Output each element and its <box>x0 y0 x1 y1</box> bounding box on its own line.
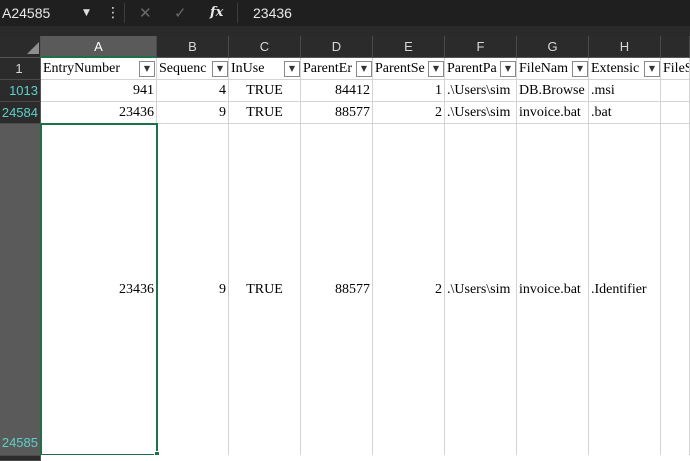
divider <box>124 3 125 23</box>
column-header-f[interactable]: F <box>445 36 517 58</box>
table-cell[interactable]: invoice.bat <box>517 102 589 124</box>
formula-input[interactable]: 23436 <box>253 0 292 26</box>
table-cell[interactable]: .\Users\sim <box>445 124 517 456</box>
table-cell[interactable]: 4 <box>157 80 229 102</box>
table-cell[interactable]: TRUE <box>229 102 301 124</box>
column-header-b[interactable]: B <box>157 36 229 58</box>
table-cell[interactable] <box>661 102 690 124</box>
table-cell[interactable]: .bat <box>589 102 661 124</box>
table-cell[interactable]: 9 <box>157 124 229 456</box>
enter-check-icon[interactable]: ✓ <box>174 0 187 26</box>
table-cell[interactable]: TRUE <box>229 124 301 456</box>
filter-dropdown-icon[interactable]: ▼ <box>644 61 660 77</box>
table-cell[interactable]: invoice.bat <box>517 124 589 456</box>
table-cell[interactable]: TRUE <box>229 80 301 102</box>
table-cell-active[interactable]: 23436 <box>41 124 157 456</box>
table-cell[interactable]: DB.Browse <box>517 80 589 102</box>
row-header[interactable]: 1 <box>0 58 41 80</box>
table-cell[interactable]: 84412 <box>301 80 373 102</box>
more-options-icon[interactable]: ⋮ <box>106 0 120 26</box>
row-header[interactable]: 1013 <box>0 80 41 102</box>
column-header-d[interactable]: D <box>301 36 373 58</box>
table-cell[interactable]: 941 <box>41 80 157 102</box>
column-header-i[interactable] <box>661 36 690 58</box>
filter-dropdown-icon[interactable]: ▼ <box>356 61 372 77</box>
table-cell[interactable]: .\Users\sim <box>445 80 517 102</box>
column-header-h[interactable]: H <box>589 36 661 58</box>
row-header[interactable] <box>0 456 41 461</box>
table-cell[interactable]: .Identifier <box>589 124 661 456</box>
divider <box>237 3 238 23</box>
filter-dropdown-icon[interactable]: ▼ <box>284 61 300 77</box>
table-cell[interactable]: 2 <box>373 124 445 456</box>
filter-dropdown-icon[interactable]: ▼ <box>139 61 155 77</box>
column-header-c[interactable]: C <box>229 36 301 58</box>
column-header-e[interactable]: E <box>373 36 445 58</box>
header-cell-filesize[interactable]: FileS <box>661 58 690 80</box>
filter-active-icon[interactable]: ▼ <box>500 61 516 77</box>
row-header-selected[interactable]: 24585 <box>0 124 41 456</box>
select-all-triangle-icon <box>27 42 39 54</box>
table-cell[interactable]: 88577 <box>301 102 373 124</box>
table-cell[interactable] <box>661 124 690 456</box>
table-cell[interactable]: 9 <box>157 102 229 124</box>
formula-bar: A24585 ▼ ⋮ ✕ ✓ fx 23436 <box>0 0 690 26</box>
table-cell[interactable]: .msi <box>589 80 661 102</box>
toolbar-gap <box>0 26 690 36</box>
filter-dropdown-icon[interactable]: ▼ <box>428 61 444 77</box>
column-header-a[interactable]: A <box>41 36 157 58</box>
chevron-down-icon[interactable]: ▼ <box>83 0 90 26</box>
table-cell[interactable]: .\Users\sim <box>445 102 517 124</box>
filter-dropdown-icon[interactable]: ▼ <box>212 61 228 77</box>
table-cell[interactable]: 23436 <box>41 102 157 124</box>
table-cell[interactable]: 2 <box>373 102 445 124</box>
filter-dropdown-icon[interactable]: ▼ <box>572 61 588 77</box>
column-header-g[interactable]: G <box>517 36 589 58</box>
partial-row <box>41 455 690 461</box>
table-cell[interactable]: 1 <box>373 80 445 102</box>
cancel-icon[interactable]: ✕ <box>139 0 152 26</box>
table-cell[interactable] <box>661 80 690 102</box>
row-header[interactable]: 24584 <box>0 102 41 124</box>
insert-function-button[interactable]: fx <box>210 0 223 26</box>
table-cell[interactable]: 88577 <box>301 124 373 456</box>
